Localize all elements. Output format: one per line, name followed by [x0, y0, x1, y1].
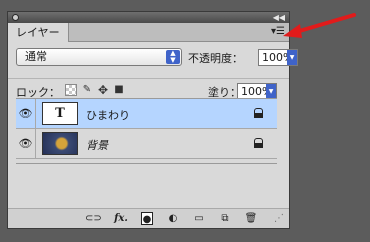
layer-list: 👁 T ひまわり 👁 背景: [16, 98, 277, 164]
link-icon[interactable]: ⊂⊃: [85, 212, 102, 225]
eye-icon[interactable]: 👁: [16, 129, 36, 159]
layers-panel: ◀◀ レイヤー ▾☰ 通常 ▲ ▼ 不透明度： 100% ▼ ロック： ✎ ✥ ■…: [7, 11, 298, 229]
opacity-label: 不透明度：: [188, 52, 243, 65]
lock-icon: [253, 138, 263, 148]
fx-icon[interactable]: fx.: [112, 212, 130, 225]
chevron-down-icon[interactable]: ▼: [287, 50, 297, 65]
lock-icon[interactable]: ■: [113, 84, 125, 96]
chevron-down-icon[interactable]: ▼: [266, 84, 276, 99]
layer-row-himawari[interactable]: 👁 T ひまわり: [16, 99, 277, 129]
eye-icon[interactable]: 👁: [16, 99, 36, 129]
blend-mode-select[interactable]: 通常 ▲ ▼: [16, 48, 182, 66]
stepper-arrows-icon: ▲ ▼: [166, 50, 180, 64]
layer-name[interactable]: 背景: [86, 137, 108, 153]
opacity-field[interactable]: 100% ▼: [258, 49, 298, 66]
new-layer-icon[interactable]: ⧉: [218, 212, 232, 225]
layer-name[interactable]: ひまわり: [86, 107, 130, 123]
trash-icon[interactable]: 🗑: [244, 212, 258, 225]
mask-icon[interactable]: ●: [141, 212, 153, 225]
folder-icon[interactable]: ▭: [192, 212, 206, 225]
close-icon[interactable]: [12, 14, 19, 21]
tab-row: レイヤー ▾☰: [8, 23, 289, 42]
image-layer-thumbnail: [42, 132, 78, 155]
text-layer-thumbnail: T: [42, 102, 78, 125]
panel-footer: ⊂⊃ fx. ● ◐ ▭ ⧉ 🗑 ⋰: [8, 208, 289, 228]
adjustment-icon[interactable]: ◐: [166, 212, 180, 225]
annotation-arrow: [283, 13, 356, 38]
lock-transparency-icon[interactable]: [65, 84, 77, 96]
lock-icon: [253, 108, 263, 118]
brush-icon[interactable]: ✎: [81, 84, 93, 96]
resize-grip-icon[interactable]: ⋰: [274, 212, 284, 225]
move-icon[interactable]: ✥: [97, 84, 109, 96]
tab-layers[interactable]: レイヤー: [8, 23, 69, 42]
blend-mode-value: 通常: [25, 50, 47, 63]
panel-titlebar[interactable]: ◀◀: [8, 12, 289, 23]
blend-row: 通常 ▲ ▼ 不透明度： 100% ▼: [8, 42, 298, 76]
layer-row-background[interactable]: 👁 背景: [16, 129, 277, 159]
